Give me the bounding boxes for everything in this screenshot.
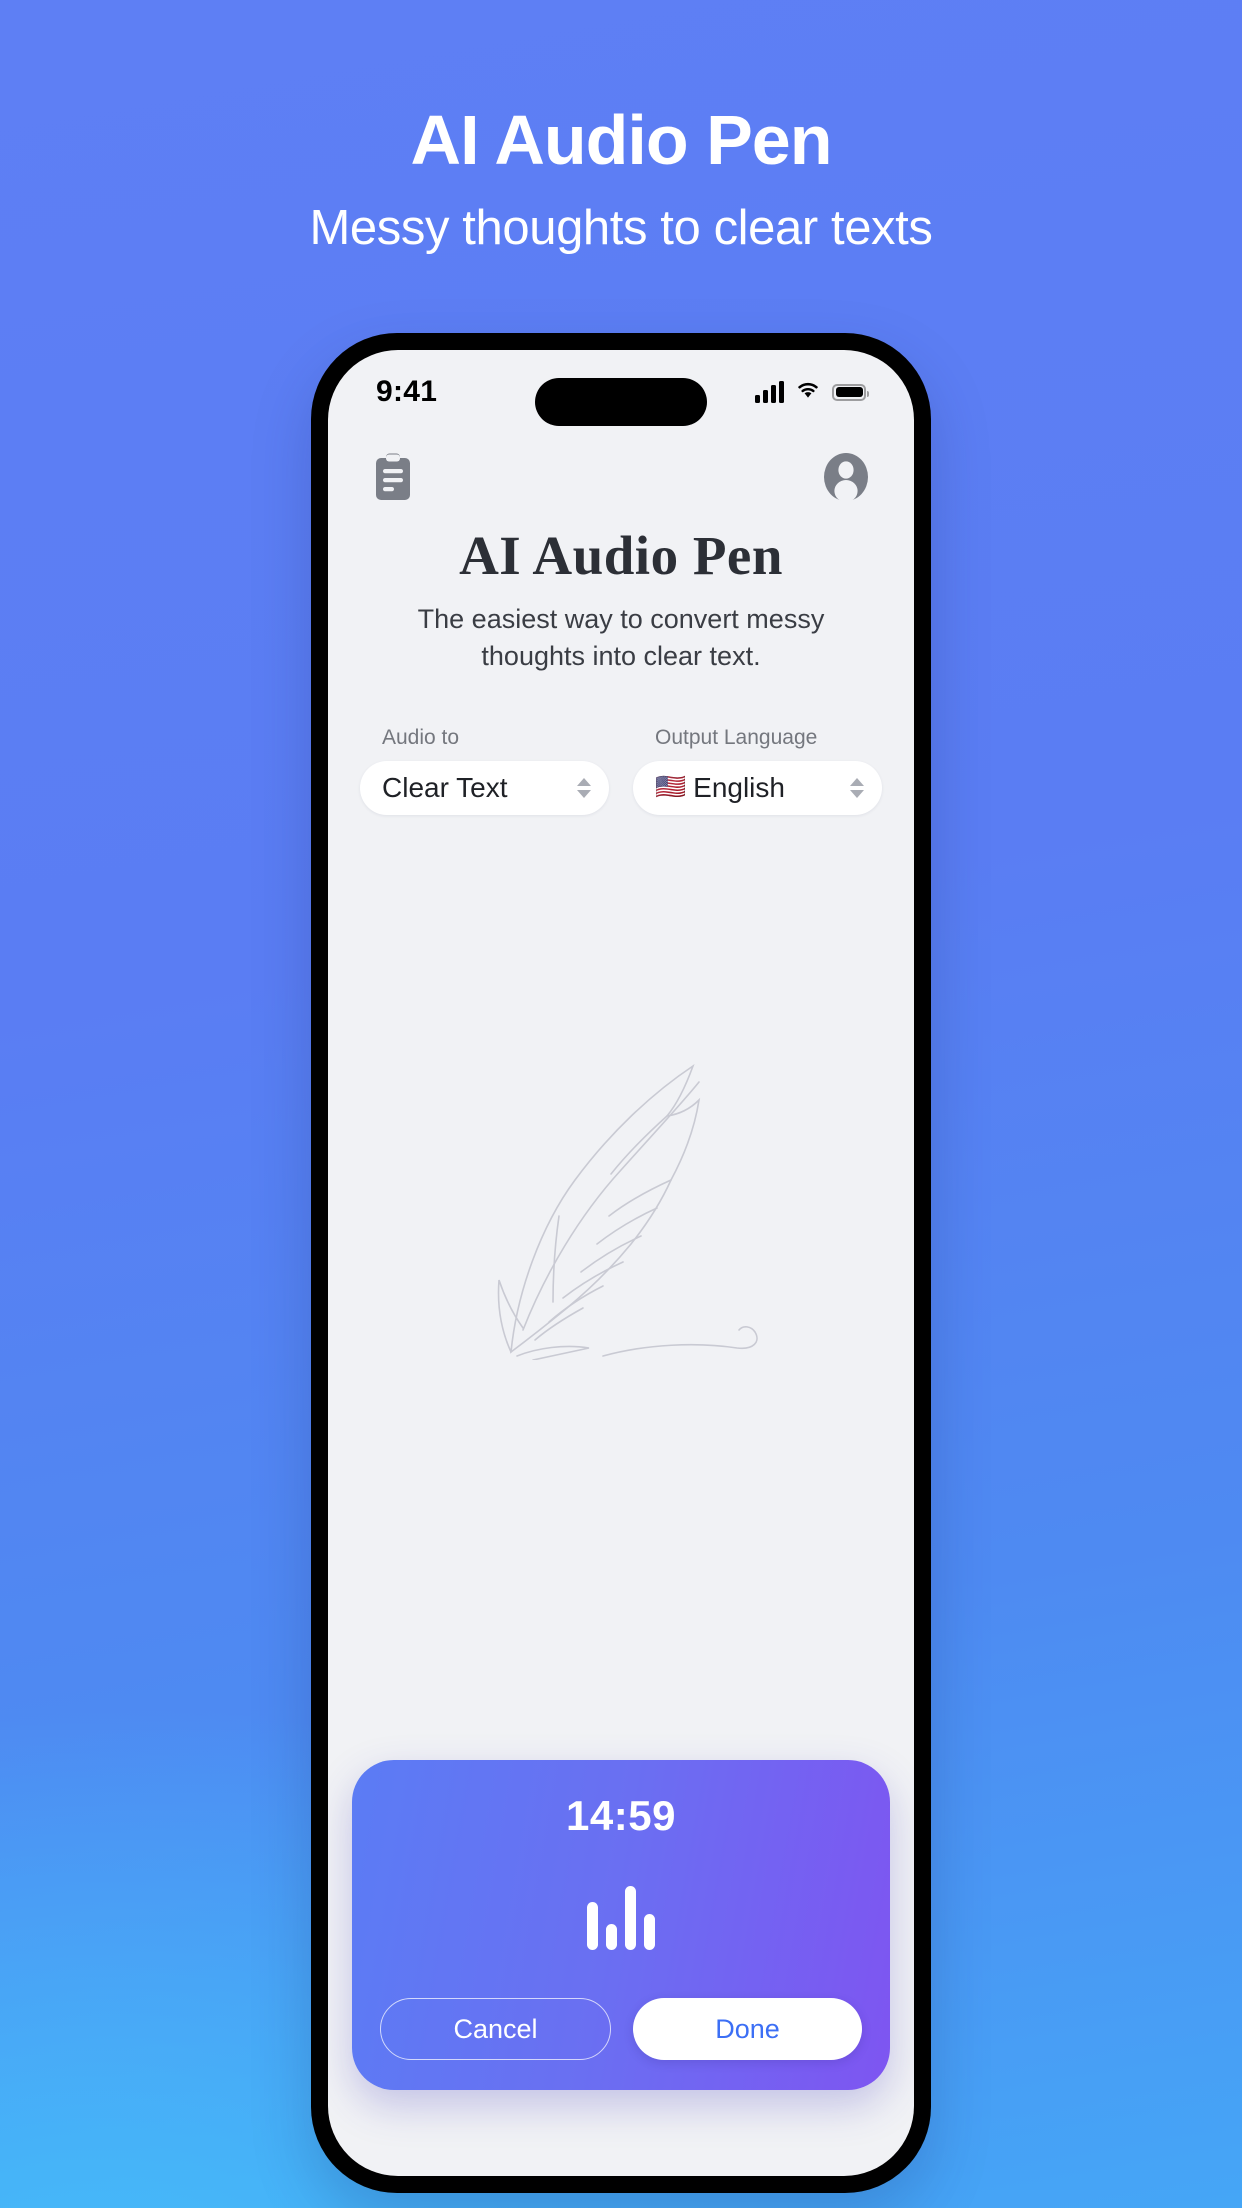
recording-panel: 14:59 Cancel Done xyxy=(352,1760,890,2091)
options-row: Audio to Clear Text Output Language 🇺🇸 E… xyxy=(328,726,914,815)
status-bar: 9:41 xyxy=(328,350,914,434)
promo-title: AI Audio Pen xyxy=(410,101,833,179)
battery-full-icon xyxy=(832,383,869,401)
output-language-select[interactable]: 🇺🇸 English xyxy=(633,760,882,815)
promo-subtitle: Messy thoughts to clear texts xyxy=(309,200,933,255)
account-avatar-icon[interactable] xyxy=(822,452,870,503)
app-header xyxy=(328,434,914,503)
audio-to-select[interactable]: Clear Text xyxy=(360,760,609,815)
audio-to-value: Clear Text xyxy=(382,771,508,803)
cellular-bars-icon xyxy=(755,381,784,404)
page-title: AI Audio Pen xyxy=(459,525,783,587)
output-language-group: Output Language 🇺🇸 English xyxy=(633,726,882,815)
audio-to-label: Audio to xyxy=(382,725,460,749)
wifi-icon xyxy=(795,380,821,405)
us-flag-icon: 🇺🇸 xyxy=(655,773,687,802)
audio-waveform-icon xyxy=(380,1884,862,1951)
clipboard-icon[interactable] xyxy=(372,452,414,502)
status-bar-time: 9:41 xyxy=(376,375,438,409)
output-language-value: 🇺🇸 English xyxy=(655,772,785,804)
cancel-button[interactable]: Cancel xyxy=(380,1998,611,2061)
phone-frame: 9:41 AI Audio Pen The easiest way to con… xyxy=(311,333,931,2194)
done-button[interactable]: Done xyxy=(633,1998,862,2061)
phone-mockup-wrapper: 9:41 AI Audio Pen The easiest way to con… xyxy=(0,333,1242,2194)
dynamic-island xyxy=(535,378,707,427)
phone-screen: 9:41 AI Audio Pen The easiest way to con… xyxy=(328,350,914,2177)
stepper-updown-icon[interactable] xyxy=(577,777,591,798)
recording-actions: Cancel Done xyxy=(380,1998,862,2061)
page-description: The easiest way to convert messy thought… xyxy=(417,604,825,671)
stepper-updown-icon[interactable] xyxy=(850,777,864,798)
audio-to-group: Audio to Clear Text xyxy=(360,726,609,815)
output-language-text: English xyxy=(693,771,785,803)
recording-elapsed-time: 14:59 xyxy=(566,1792,676,1840)
promo-header: AI Audio Pen Messy thoughts to clear tex… xyxy=(0,0,1242,255)
quill-feather-icon xyxy=(328,1030,914,1361)
output-language-label: Output Language xyxy=(655,725,818,749)
status-bar-indicators xyxy=(755,380,869,405)
